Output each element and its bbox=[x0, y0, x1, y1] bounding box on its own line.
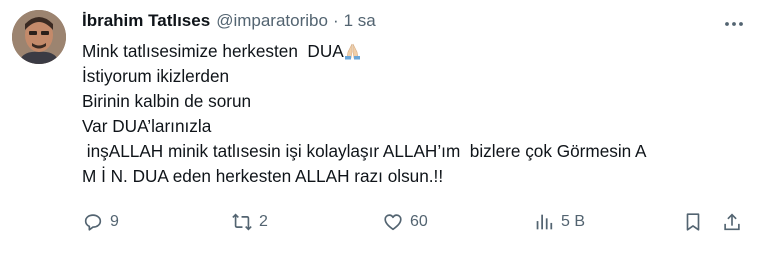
like-count: 60 bbox=[410, 213, 428, 230]
share-button[interactable] bbox=[721, 208, 743, 236]
tweet-actions: 9 2 60 5 B bbox=[0, 208, 770, 236]
tweet-line-2: İstiyorum ikizlerden bbox=[82, 66, 230, 86]
views-count: 5 B bbox=[561, 213, 586, 230]
reply-count: 9 bbox=[110, 213, 119, 230]
repost-count: 2 bbox=[259, 213, 268, 230]
analytics-icon bbox=[536, 214, 553, 230]
tweet-line-1: Mink tatlısesimize herkesten DUA bbox=[82, 41, 344, 61]
praying-hands-icon bbox=[344, 42, 361, 60]
author-handle[interactable]: @imparatoribo bbox=[216, 11, 328, 31]
share-icon bbox=[724, 213, 740, 231]
separator-dot: · bbox=[332, 11, 339, 30]
views-button[interactable]: 5 B bbox=[533, 208, 585, 236]
more-icon bbox=[725, 22, 743, 26]
avatar[interactable] bbox=[12, 10, 66, 64]
bookmark-button[interactable] bbox=[682, 208, 704, 236]
heart-icon bbox=[384, 214, 402, 231]
author-name[interactable]: İbrahim Tatlıses bbox=[82, 11, 210, 31]
repost-icon bbox=[232, 213, 252, 231]
reply-icon bbox=[84, 214, 102, 231]
bookmark-icon bbox=[686, 213, 700, 231]
more-options-button[interactable] bbox=[716, 10, 752, 38]
tweet-line-6: M İ N. DUA eden herkesten ALLAH razı ols… bbox=[82, 166, 444, 186]
tweet-text: Mink tatlısesimize herkesten DUA İstiyor… bbox=[82, 39, 752, 189]
reply-button[interactable]: 9 bbox=[82, 208, 119, 236]
tweet-line-5: inşALLAH minik tatlısesin işi kolaylaşır… bbox=[82, 141, 647, 161]
tweet-line-4: Var DUA’larınızla bbox=[82, 116, 212, 136]
like-button[interactable]: 60 bbox=[382, 208, 428, 236]
tweet-timestamp[interactable]: 1 sa bbox=[344, 11, 376, 31]
tweet-header: İbrahim Tatlıses @imparatoribo · 1 sa bbox=[82, 11, 710, 35]
repost-button[interactable]: 2 bbox=[231, 208, 268, 236]
tweet-line-3: Birinin kalbin de sorun bbox=[82, 91, 252, 111]
